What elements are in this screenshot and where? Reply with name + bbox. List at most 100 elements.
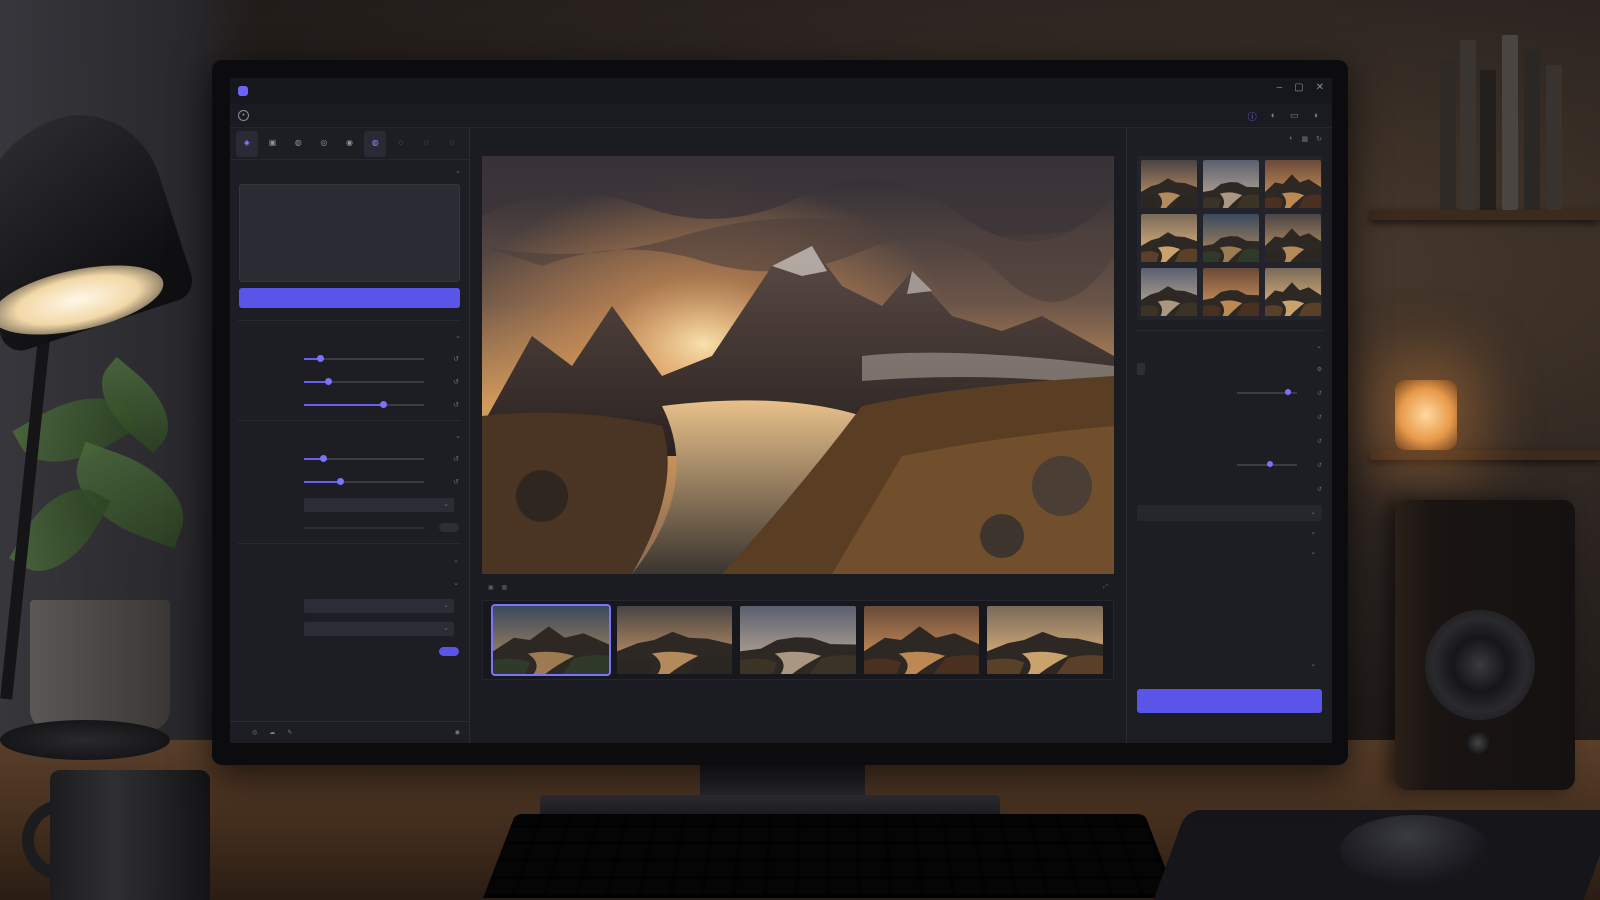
eye-icon[interactable]: ◉ [455,729,460,736]
gallery-thumbnail[interactable] [1203,214,1259,262]
settings-icon[interactable]: ⚙ [1317,366,1322,373]
reset-icon[interactable]: ↺ [1317,414,1322,421]
maximize-icon[interactable]: ▢ [1294,82,1303,93]
slider[interactable] [304,454,424,462]
feature-toggle[interactable] [439,647,459,656]
reset-icon[interactable]: ↺ [453,478,459,486]
fullscreen-icon[interactable]: ⤢ [1103,584,1108,591]
chevron-down-icon[interactable]: ⌄ [453,556,459,564]
chevron-down-icon[interactable]: ⌄ [1316,342,1322,350]
model-select[interactable]: ⌄ [304,497,454,512]
tool-settings[interactable]: ◌ [441,131,463,157]
share-icon[interactable]: ◑ [1313,110,1318,123]
filmstrip-thumbnail[interactable] [863,606,980,674]
gallery-thumbnail[interactable] [1265,214,1321,262]
gallery-thumbnail[interactable] [1141,214,1197,262]
tool-export[interactable]: ◌ [416,131,438,157]
slider-handle[interactable] [325,377,332,385]
tool-upscale[interactable]: ◉ [339,131,361,157]
desk-lamp-base [0,720,170,760]
seed-slider[interactable] [304,526,424,529]
display-icon[interactable]: ▭ [1290,110,1299,123]
slider-row: ↺ [230,370,469,393]
seed-toggle[interactable] [439,523,459,532]
reset-icon[interactable]: ↺ [1317,486,1322,493]
property-slider[interactable] [1237,389,1297,395]
layers-icon[interactable]: ◎ [252,729,257,736]
tool-generate[interactable]: ◈ [236,130,258,157]
camera-icon[interactable]: ◐ [1271,110,1276,123]
tag-input[interactable] [1137,363,1145,375]
edit-icon[interactable]: ✎ [287,729,292,736]
tool-image[interactable]: ▣ [262,131,284,157]
top-right-actions: ⓘ ◐ ▭ ◑ [1248,110,1318,123]
chevron-down-icon[interactable]: ⌄ [453,579,459,587]
property-row: ↺ [1127,381,1332,405]
filmstrip-thumbnail[interactable] [616,606,733,674]
settings-section-header[interactable]: ⌄ [230,325,469,347]
properties-header[interactable]: ⌄ [1127,335,1332,357]
sampler-select[interactable]: ⌄ [304,598,454,613]
reset-icon[interactable]: ↺ [453,355,459,363]
chevron-down-icon[interactable]: ⌄ [455,167,461,175]
right-dropdown[interactable]: ⌄ [1137,525,1322,541]
gallery-thumbnail[interactable] [1141,268,1197,316]
reset-icon[interactable]: ↺ [1317,438,1322,445]
dropdown-row: ⌄ [230,548,469,571]
fit-icon[interactable]: ▣ [488,584,494,591]
filmstrip-thumbnail[interactable] [740,606,856,674]
cloud-icon[interactable]: ☁ [269,729,275,736]
tool-style[interactable]: ◍ [364,130,387,157]
slider-handle[interactable] [320,454,328,462]
right-dropdown[interactable]: ⌄ [1137,505,1322,521]
advanced-section-header[interactable]: ⌄ [230,425,469,447]
slider[interactable] [304,354,424,362]
gallery-thumbnail[interactable] [1141,160,1197,208]
generate-button[interactable] [239,288,460,308]
menu-icon[interactable]: • [238,110,249,121]
reset-icon[interactable]: ↺ [453,455,459,463]
tool-mask[interactable]: ◎ [313,131,335,157]
property-slider[interactable] [1237,461,1297,467]
reset-icon[interactable]: ↺ [1317,462,1322,469]
reset-icon[interactable]: ↺ [1317,390,1322,397]
slider-handle[interactable] [337,477,344,485]
slider-handle[interactable] [1267,461,1273,467]
property-row: ↺ [1127,429,1332,453]
minimize-icon[interactable]: – [1277,82,1283,93]
grid-icon[interactable]: ▦ [1302,135,1309,143]
gallery-thumbnail[interactable] [1203,268,1259,316]
prompt-section-header[interactable]: ⌄ [230,160,469,182]
slider-handle[interactable] [316,354,324,362]
close-icon[interactable]: ✕ [1316,82,1324,93]
apply-button[interactable] [1137,689,1322,713]
scheduler-select[interactable]: ⌄ [304,621,454,636]
refresh-icon[interactable]: ↻ [1316,135,1322,143]
gallery-thumbnail[interactable] [1265,160,1321,208]
filmstrip-thumbnail[interactable] [987,606,1103,674]
reset-icon[interactable]: ↺ [453,378,459,386]
slider-handle[interactable] [380,400,388,408]
tool-history[interactable]: ◌ [390,131,412,157]
image-canvas[interactable] [482,156,1114,574]
info-icon[interactable]: ⓘ [1248,110,1257,123]
gallery-thumbnail[interactable] [1203,160,1259,208]
divider [238,420,461,421]
tool-edit[interactable]: ◍ [287,131,309,157]
right-dropdown[interactable]: ⌄ [1137,545,1322,561]
filmstrip-thumbnail[interactable] [491,604,611,676]
prompt-input[interactable] [239,184,460,282]
app-logo [238,86,248,96]
slider-handle[interactable] [1285,389,1291,395]
slider[interactable] [304,477,424,485]
slider[interactable] [304,400,424,408]
reset-icon[interactable]: ↺ [453,401,459,409]
upscale-icon: ◉ [346,138,354,147]
right-dropdown[interactable]: ⌄ [1137,657,1322,673]
chevron-down-icon[interactable]: ⌄ [455,332,461,340]
slider[interactable] [304,377,424,385]
view-icon[interactable]: ◐ [1289,135,1293,143]
chevron-down-icon[interactable]: ⌄ [455,432,461,440]
grid-icon[interactable]: ▦ [502,584,508,591]
gallery-thumbnail[interactable] [1265,268,1321,316]
